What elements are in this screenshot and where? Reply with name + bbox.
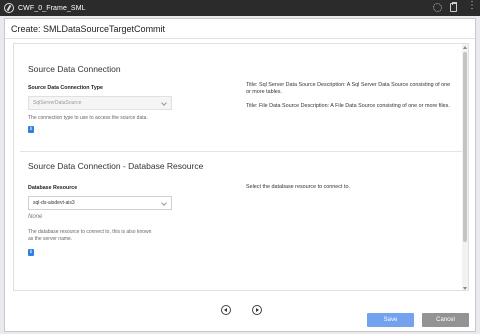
scroll-up-icon[interactable]	[463, 46, 467, 49]
cancel-button[interactable]: Cancel	[422, 313, 469, 327]
app-logo-icon	[4, 3, 14, 13]
dialog-header: Create: SMLDataSourceTargetCommit	[5, 19, 475, 39]
connection-type-value: SqlServerDataSource	[33, 100, 82, 106]
loading-icon	[433, 3, 442, 12]
next-page-icon[interactable]	[252, 305, 262, 315]
connection-type-select[interactable]: SqlServerDataSource	[28, 96, 172, 110]
previous-page-icon[interactable]	[221, 305, 231, 315]
info-icon[interactable]: i	[28, 126, 34, 133]
scroll-down-icon[interactable]	[463, 287, 467, 290]
sql-server-description: Title: Sql Server Data Source Descriptio…	[246, 82, 451, 95]
database-resource-value: sql-ds-aisdevt-ais3	[33, 200, 75, 206]
create-dialog: Create: SMLDataSourceTargetCommit Source…	[4, 18, 476, 332]
window-title: CWF_0_Frame_SML	[18, 4, 86, 12]
database-resource-select[interactable]: sql-ds-aisdevt-ais3	[28, 196, 172, 210]
form-content: Source Data Connection Source Data Conne…	[13, 43, 469, 291]
connection-type-label: Source Data Connection Type	[28, 85, 103, 91]
dialog-title: Create: SMLDataSourceTargetCommit	[11, 23, 166, 34]
chevron-down-icon	[161, 200, 167, 206]
database-resource-label: Database Resource	[28, 185, 78, 191]
database-resource-description: Select the database resource to connect …	[246, 184, 350, 190]
section-divider	[20, 151, 462, 152]
vertical-scrollbar[interactable]	[462, 44, 468, 290]
clipboard-icon[interactable]	[450, 2, 457, 12]
save-button[interactable]: Save	[367, 313, 414, 327]
chevron-down-icon	[161, 100, 167, 106]
more-menu-icon[interactable]	[465, 0, 477, 12]
title-bar: CWF_0_Frame_SML	[0, 0, 480, 16]
section-title-database-resource: Source Data Connection - Database Resour…	[28, 161, 204, 171]
connection-type-help: The connection type to use to access the…	[28, 115, 148, 121]
none-text: None	[28, 214, 43, 220]
section-title-source-connection: Source Data Connection	[28, 64, 121, 74]
file-source-description: Title: File Data Source Description: A F…	[246, 103, 450, 109]
scrollbar-thumb[interactable]	[463, 52, 467, 242]
info-icon[interactable]: i	[28, 249, 34, 256]
database-resource-help: The database resource to connect to, thi…	[28, 229, 152, 242]
